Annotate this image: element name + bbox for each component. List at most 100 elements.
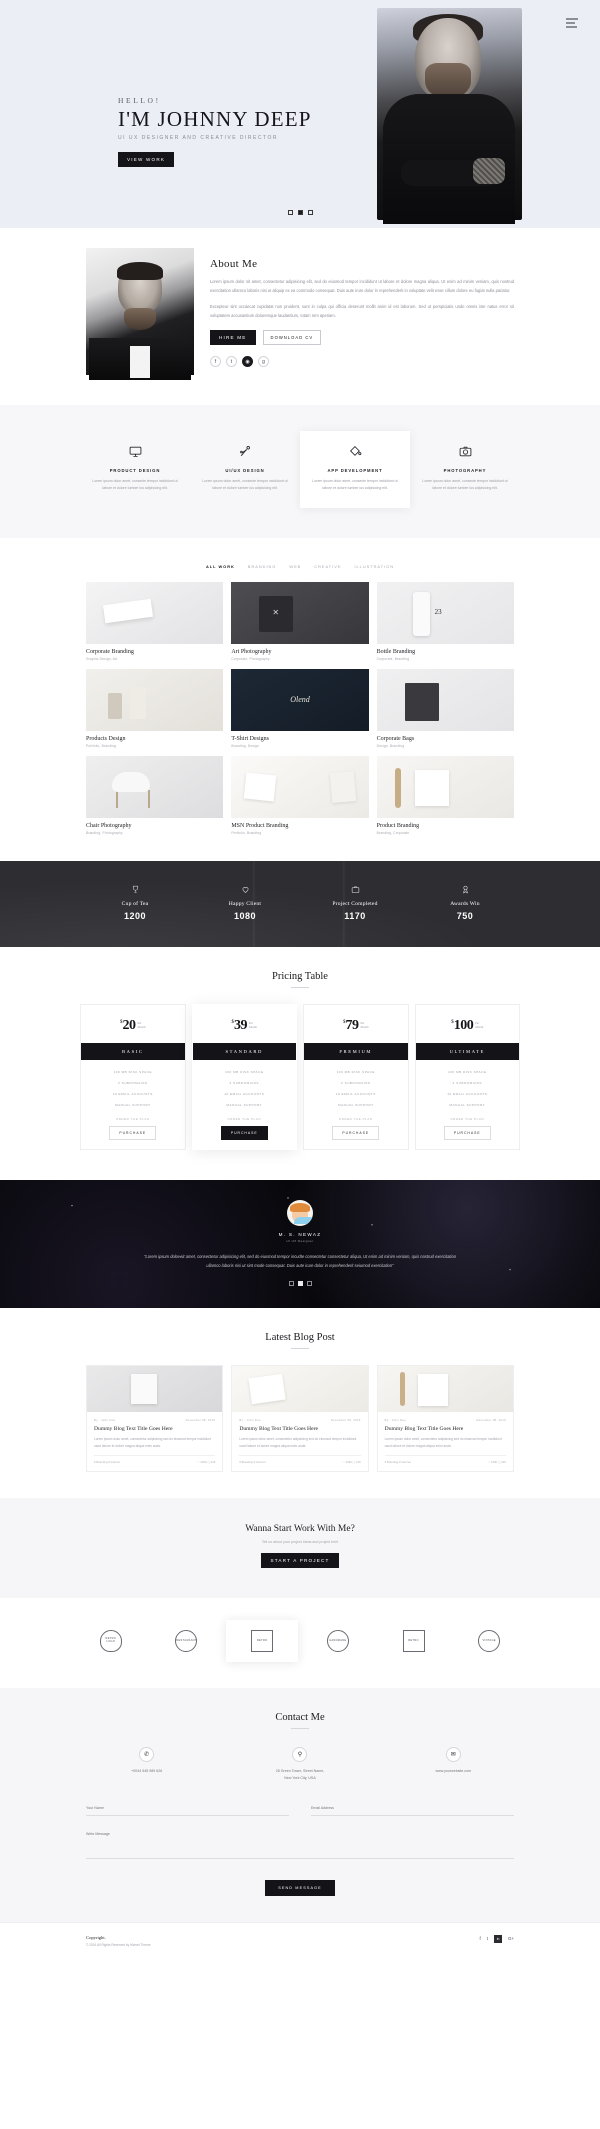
view-work-button[interactable]: VIEW WORK [118, 152, 175, 167]
service-title: UI/UX DESIGN [225, 468, 265, 473]
service-card-product-design[interactable]: PRODUCT DESIGN Lorem ipsum dolor amet, c… [80, 431, 190, 508]
slider-dot-2[interactable] [298, 210, 303, 215]
download-cv-button[interactable]: DOWNLOAD CV [262, 330, 322, 346]
purchase-button[interactable]: PURCHASE [443, 1126, 491, 1140]
portfolio-thumbnail[interactable] [231, 582, 369, 644]
portfolio-thumbnail[interactable] [376, 582, 514, 644]
portfolio-thumbnail[interactable] [231, 669, 369, 731]
counter-label: Awards Win [450, 901, 480, 907]
testimonial-dot-3[interactable] [306, 1281, 312, 1287]
portfolio-thumbnail[interactable] [376, 669, 514, 731]
hero-name: I'M JOHNNY DEEP [118, 107, 312, 131]
slider-dot-3[interactable] [308, 210, 313, 215]
filter-web[interactable]: WEB [289, 564, 301, 569]
pricing-card-premium[interactable]: $79 Per Month PREMIUM 100 MB DISK SPACE 2 … [303, 1004, 409, 1150]
purchase-button[interactable]: PURCHASE [220, 1126, 268, 1140]
counter-value: 1200 [123, 911, 147, 921]
client-logo-active[interactable]: RETRO [226, 1620, 298, 1662]
portfolio-item[interactable]: Bottle Branding Corporate, Branding [376, 582, 514, 661]
blog-title: Latest Blog Post [265, 1332, 335, 1344]
blog-post-title[interactable]: Dummy Blog Text Title Goes Here [239, 1426, 360, 1432]
portfolio-subtitle: Corporate, Photography [231, 657, 270, 661]
pen-tool-icon [198, 445, 292, 461]
filter-branding[interactable]: BRANDING [248, 564, 277, 569]
pricing-card-ultimate[interactable]: $100 Per Month ULTIMATE 100 MB DISK SPACE … [414, 1004, 520, 1150]
portfolio-item[interactable]: Chair Photography Branding, Photography [86, 756, 224, 835]
portfolio-thumbnail[interactable] [86, 756, 224, 818]
contact-section: Contact Me ✆ +0044 545 989 626 ⚲ 28 Gree… [0, 1688, 600, 1922]
blog-post-title[interactable]: Dummy Blog Text Title Goes Here [385, 1426, 506, 1432]
google-plus-icon[interactable]: g [258, 356, 269, 368]
slider-dot-1[interactable] [288, 210, 293, 215]
testimonial-slider-dots[interactable] [0, 1281, 600, 1287]
blog-thumbnail[interactable] [87, 1366, 223, 1413]
send-message-button[interactable]: SEND MESSAGE [265, 1879, 335, 1896]
blog-thumbnail[interactable] [377, 1366, 513, 1413]
about-title: About Me [210, 258, 258, 270]
testimonial-dot-1[interactable] [288, 1281, 294, 1287]
testimonial-name: M. S. NEWAZ [278, 1232, 322, 1237]
blog-card[interactable]: By : John Doe December 08, 2016 Dummy Bl… [86, 1365, 224, 1472]
portfolio-item[interactable]: Corporate Branding Graphic Design, Art [86, 582, 224, 661]
footer-social-links[interactable]: f t in G+ [480, 1934, 514, 1943]
portfolio-item[interactable]: Products Design Portfolio, Branding [86, 669, 224, 748]
about-beard [124, 308, 156, 330]
instagram-icon[interactable]: ◉ [242, 356, 253, 368]
service-card-photography[interactable]: PHOTOGRAPHY Lorem ipsum dolor amet, cons… [410, 431, 520, 508]
portfolio-subtitle: Branding, Design [231, 744, 259, 748]
client-logo[interactable]: RETRO [378, 1624, 450, 1658]
testimonial-dot-2[interactable] [297, 1281, 303, 1287]
facebook-icon[interactable]: f [480, 1936, 481, 1941]
portfolio-thumbnail[interactable] [376, 756, 514, 818]
plan-order-label: ORDER THE PLAN [450, 1117, 485, 1121]
blog-grid: By : John Doe December 08, 2016 Dummy Bl… [0, 1349, 600, 1472]
pricing-card-standard[interactable]: $39 Per Month STANDARD 100 MB DISK SPACE 2… [191, 1004, 297, 1150]
service-desc: Lorem ipsum dolor amet, consecte tempor … [202, 479, 288, 490]
message-textarea[interactable] [86, 1827, 514, 1859]
purchase-button[interactable]: PURCHASE [109, 1126, 157, 1140]
portfolio-item[interactable]: T-Shirt Designs Branding, Design [231, 669, 369, 748]
plan-order-label: ORDER THE PLAN [115, 1117, 150, 1121]
client-logo[interactable]: RESTAURANT [151, 1624, 223, 1658]
blog-thumbnail[interactable] [232, 1366, 368, 1413]
service-card-uiux-design[interactable]: UI/UX DESIGN Lorem ipsum dolor amet, con… [190, 431, 300, 508]
pricing-card-basic[interactable]: $20 Per Month BASIC 100 MB DISK SPACE 2 SU… [80, 1004, 186, 1150]
plan-features: 100 MB DISK SPACE 2 SUBDOMAINS 10 EMAIL … [304, 1060, 408, 1110]
portfolio-item[interactable]: Art Photography Corporate, Photography [231, 582, 369, 661]
start-project-button[interactable]: START A PROJECT [261, 1553, 339, 1568]
filter-all-work[interactable]: ALL WORK [206, 564, 235, 569]
twitter-icon[interactable]: t [226, 356, 237, 368]
google-plus-icon[interactable]: G+ [508, 1936, 514, 1941]
email-input[interactable] [311, 1801, 514, 1816]
twitter-icon[interactable]: t [487, 1936, 488, 1941]
blog-comments: 215 [210, 1460, 216, 1464]
portfolio-thumbnail[interactable] [86, 669, 224, 731]
portfolio-thumbnail[interactable] [86, 582, 224, 644]
portfolio-item[interactable]: Corporate Bags Design, Branding [376, 669, 514, 748]
linkedin-icon[interactable]: in [494, 1934, 503, 1943]
portfolio-thumbnail[interactable] [231, 756, 369, 818]
counter-value: 1080 [233, 911, 257, 921]
client-logo[interactable]: HANDMADE [302, 1624, 374, 1658]
counter-label: Project Completed [332, 901, 378, 907]
pricing-title: Pricing Table [272, 971, 328, 982]
facebook-icon[interactable]: f [210, 356, 221, 368]
name-input[interactable] [86, 1801, 289, 1816]
client-logo[interactable]: RETRO LOGO [75, 1624, 147, 1658]
client-logo[interactable]: VINTAGE [453, 1624, 525, 1658]
about-social-links[interactable]: f t ◉ g [210, 356, 514, 368]
award-icon [410, 885, 520, 896]
portfolio-item[interactable]: MSN Product Branding Portfolio, Branding [231, 756, 369, 835]
filter-creative[interactable]: CREATIVE [314, 564, 341, 569]
hire-me-button[interactable]: HIRE ME [210, 330, 256, 346]
blog-card[interactable]: By : John Doe December 08, 2016 Dummy Bl… [376, 1365, 514, 1472]
blog-card[interactable]: By : John Doe December 08, 2016 Dummy Bl… [231, 1365, 369, 1472]
hero-slider-dots[interactable] [288, 210, 313, 215]
filter-illustration[interactable]: ILLUSTRATION [354, 564, 394, 569]
blog-post-title[interactable]: Dummy Blog Text Title Goes Here [94, 1426, 215, 1432]
portfolio-item[interactable]: Product Branding Branding, Corporate [376, 756, 514, 835]
hamburger-icon[interactable] [566, 18, 578, 30]
service-card-app-development[interactable]: APP DEVELOPMENT Lorem ipsum dolor amet, … [300, 431, 410, 508]
portfolio-filters[interactable]: ALL WORK BRANDING WEB CREATIVE ILLUSTRAT… [0, 564, 600, 569]
purchase-button[interactable]: PURCHASE [332, 1126, 380, 1140]
